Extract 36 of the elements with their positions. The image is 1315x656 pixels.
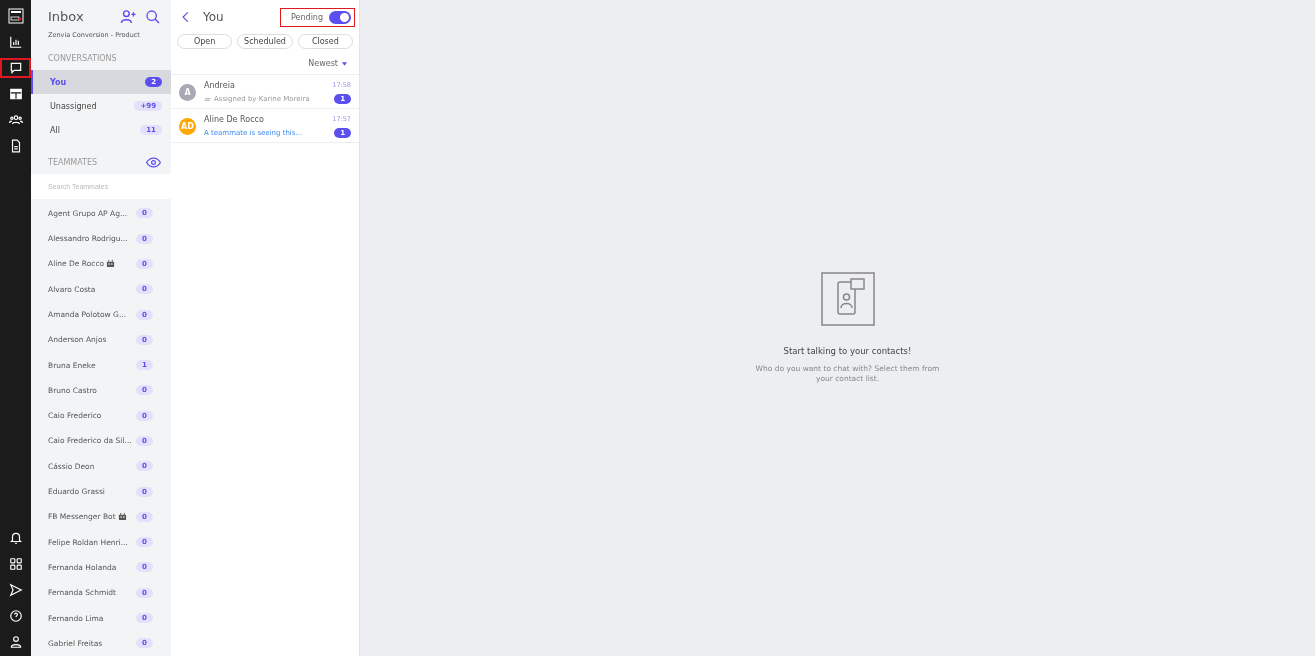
eye-icon[interactable] [146,154,161,170]
caret-icon [342,61,347,66]
list-title: You [203,10,225,24]
filter-label: You [50,77,67,87]
pending-toggle[interactable] [329,10,351,24]
contact-name: Andreia [204,81,236,90]
filter-label: All [50,125,60,135]
table-icon[interactable] [8,87,23,101]
filter-chip[interactable]: Closed [297,34,353,49]
filter-chip[interactable]: Open [177,34,233,49]
section-heading: TEAMMATES [48,157,98,167]
inbox-title: Inbox [48,9,85,24]
filter-chip[interactable]: Scheduled [237,34,293,49]
apps-grid-icon[interactable] [8,557,23,571]
avatar: AD [179,118,196,135]
empty-state-title: Start talking to your contacts! [783,345,912,356]
add-user-icon[interactable] [120,8,137,25]
chat-icon[interactable] [8,61,23,75]
search-icon[interactable] [145,8,161,25]
nav-button[interactable] [0,58,31,78]
help-icon[interactable] [8,609,23,623]
toggle-label: Pending [291,12,323,22]
contact-name: Aline De Rocco [204,115,265,124]
robot-icon [117,512,127,522]
team-icon[interactable] [8,113,23,127]
section-heading: CONVERSATIONS [48,54,117,64]
bar-chart-icon[interactable] [8,35,23,49]
sort-dropdown[interactable]: Newest [308,59,338,68]
filter-label: Unassigned [50,101,97,111]
user-icon[interactable] [8,635,23,649]
bell-icon[interactable] [8,531,23,545]
send-icon[interactable] [8,583,23,597]
contact-phone-icon [820,271,875,326]
logo-icon [7,8,24,24]
avatar: A [179,84,196,101]
robot-icon [106,259,116,269]
